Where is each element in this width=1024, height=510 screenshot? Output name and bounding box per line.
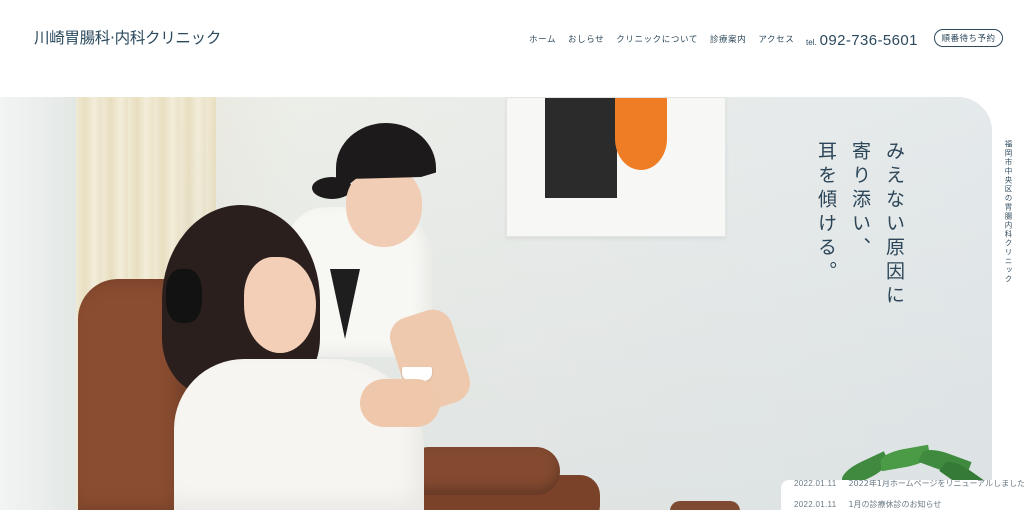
nav-item-access[interactable]: アクセス [758,35,794,45]
news-date: 2022.01.11 [794,500,837,509]
window-light [0,97,80,510]
tel-number[interactable]: 092-736-5601 [820,32,918,49]
phone-number[interactable]: tel. 092-736-5601 [806,30,918,49]
news-item[interactable]: 2022.01.11 2022年1月ホームページをリニューアルしました [794,480,1024,489]
nav-item-about[interactable]: クリニックについて [616,35,698,45]
artwork-orange-circle [615,98,667,170]
tagline-line-3: 耳を傾ける。 [815,141,837,285]
tel-prefix: tel. [806,38,817,47]
hero-tagline: みえない原因に 寄り添い、 耳を傾ける。 [815,141,905,311]
tagline-line-1: みえない原因に [883,141,905,309]
reservation-button[interactable]: 順番待ち予約 [934,29,1003,47]
ottoman [670,501,740,510]
chair-arm [405,447,560,495]
news-panel: 2022.01.11 2022年1月ホームページをリニューアルしました 2022… [781,480,1024,510]
news-date: 2022.01.11 [794,480,837,488]
side-caption: 福岡市中央区の胃腸内科クリニック [1004,140,1013,284]
patient-face [244,257,316,353]
hero-image: みえない原因に 寄り添い、 耳を傾ける。 [0,97,992,510]
news-title[interactable]: 1月の診療休診のお知らせ [848,499,941,510]
site-header: 川崎胃腸科·内科クリニック ホーム おしらせ クリニックについて 診療案内 アク… [0,0,1024,97]
nav-item-services[interactable]: 診療案内 [710,35,746,45]
patient-hands [360,379,440,427]
clinic-logo[interactable]: 川崎胃腸科·内科クリニック [34,26,221,48]
news-item[interactable]: 2022.01.11 1月の診療休診のお知らせ [794,499,1024,510]
news-title[interactable]: 2022年1月ホームページをリニューアルしました [848,480,1024,489]
tagline-line-2: 寄り添い、 [849,141,871,261]
patient-scrunchie [166,269,202,323]
nav-item-home[interactable]: ホーム [529,35,556,45]
artwork-black-block [545,98,617,198]
wall-artwork [506,97,726,237]
global-nav: ホーム おしらせ クリニックについて 診療案内 アクセス [529,35,794,45]
nurse-face [346,167,422,247]
nav-item-news[interactable]: おしらせ [568,35,604,45]
